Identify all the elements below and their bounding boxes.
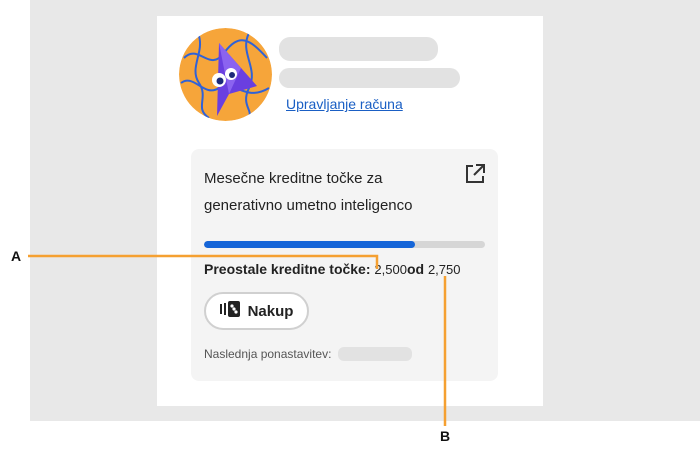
remaining-label: Preostale kreditne točke: <box>204 261 371 277</box>
next-reset-label: Naslednja ponastavitev: <box>204 347 332 361</box>
next-reset-date-placeholder <box>338 347 412 361</box>
remaining-value: 2,500 <box>374 262 407 277</box>
credit-stack-icon <box>219 300 240 322</box>
callout-a-label: A <box>11 248 22 264</box>
manage-account-link[interactable]: Upravljanje računa <box>286 96 403 112</box>
buy-button[interactable]: Nakup <box>204 292 309 330</box>
account-name-placeholder <box>279 37 438 61</box>
credits-progress-bar <box>204 241 485 248</box>
callout-b-label: B <box>440 428 451 444</box>
remaining-credits: Preostale kreditne točke: 2,500od 2,750 <box>204 261 461 277</box>
credits-title: Mesečne kreditne točke za generativno um… <box>204 170 413 214</box>
credits-progress-fill <box>204 241 415 248</box>
external-link-icon[interactable] <box>464 163 486 185</box>
avatar <box>179 28 272 121</box>
total-value: 2,750 <box>427 262 461 277</box>
account-email-placeholder <box>279 68 460 88</box>
of-word: od <box>406 261 425 277</box>
buy-button-label: Nakup <box>247 302 294 320</box>
